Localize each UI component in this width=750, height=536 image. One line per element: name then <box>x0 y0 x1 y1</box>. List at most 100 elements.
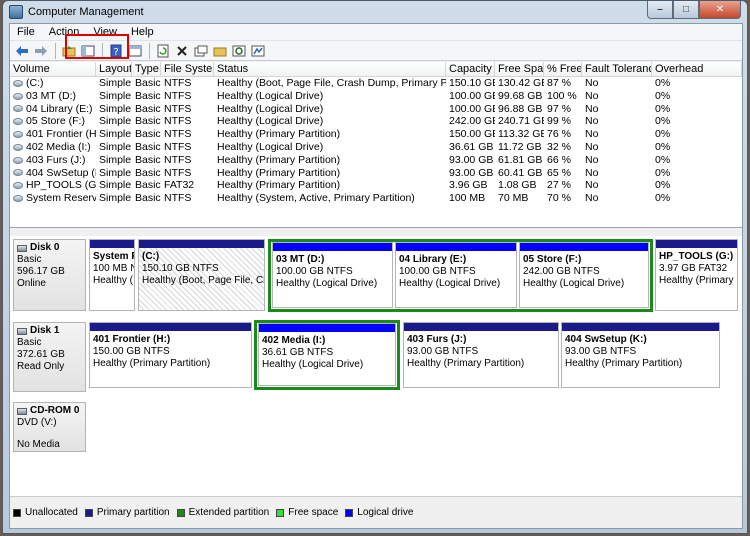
table-cell: Basic <box>135 192 161 205</box>
menu-help[interactable]: Help <box>124 26 161 38</box>
volume-name-cell: 05 Store (F:) <box>10 115 96 128</box>
table-row[interactable]: 04 Library (E:) Simple Basic NTFS Healthy (L… <box>10 103 742 116</box>
table-row[interactable]: 403 Furs (J:) Simple Basic NTFS Healthy (Pri… <box>10 154 742 167</box>
refresh-icon[interactable] <box>154 42 172 60</box>
partition-h[interactable]: 401 Frontier (H:) 150.00 GB NTFS Healthy… <box>89 322 252 388</box>
properties-icon[interactable] <box>192 42 210 60</box>
table-cell: 100.00 GB <box>449 89 495 102</box>
open-folder-icon[interactable] <box>211 42 229 60</box>
computer-management-window: Computer Management – □ ✕ File Action Vi… <box>2 0 748 534</box>
table-cell: Simple <box>99 179 132 192</box>
table-row[interactable]: 402 Media (I:) Simple Basic NTFS Healthy (Lo… <box>10 141 742 154</box>
table-row[interactable]: 401 Frontier (H:) Simple Basic NTFS Healthy … <box>10 128 742 141</box>
table-cell: 61.81 GB <box>498 153 543 166</box>
disk-status: Read Only <box>17 361 65 372</box>
legend-item: Logical drive <box>345 507 413 518</box>
table-cell: 36.61 GB <box>449 140 494 153</box>
table-row[interactable]: 404 SwSetup (K:)SimpleBasicNTFS Healthy (… <box>10 167 742 180</box>
cdrom-0-label[interactable]: CD-ROM 0 DVD (V:) No Media <box>13 402 86 452</box>
search-icon[interactable] <box>230 42 248 60</box>
column-header-percent-free[interactable]: % Free <box>544 62 582 76</box>
partition-size: 36.61 GB NTFS <box>262 347 334 358</box>
table-row[interactable]: HP_TOOLS (G:) Simple Basic FAT32 Healthy (Pr… <box>10 179 742 192</box>
disk-1-label[interactable]: Disk 1 Basic 372.61 GB Read Only <box>13 322 86 392</box>
column-header-status[interactable]: Status <box>214 62 446 76</box>
partition-j[interactable]: 403 Furs (J:) 93.00 GB NTFS Healthy (Pri… <box>403 322 559 388</box>
table-cell: Basic <box>135 179 161 192</box>
partition-size: 3.97 GB FAT32 <box>659 263 728 274</box>
volume-name-cell: 401 Frontier (H:) <box>10 128 96 141</box>
table-cell: 96.88 GB <box>498 102 543 115</box>
table-row[interactable]: (C:) Simple Basic NTFS Healthy (Boot, Page F… <box>10 77 742 90</box>
computer-management-icon <box>9 5 23 19</box>
disk-0-label[interactable]: Disk 0 Basic 596.17 GB Online <box>13 239 86 311</box>
partition-c[interactable]: (C:) 150.10 GB NTFS Healthy (Boot, Page … <box>138 239 265 311</box>
pane-splitter[interactable] <box>10 228 742 236</box>
column-header-volume[interactable]: Volume <box>10 62 96 76</box>
table-cell: Basic <box>135 102 161 115</box>
table-cell: Basic <box>135 77 161 89</box>
close-button[interactable]: ✕ <box>699 1 741 19</box>
menu-file[interactable]: File <box>10 26 42 38</box>
column-header-capacity[interactable]: Capacity <box>446 62 495 76</box>
back-arrow-icon[interactable] <box>13 42 31 60</box>
table-cell: 0% <box>655 115 671 128</box>
table-row[interactable]: 05 Store (F:) Simple Basic NTFS Healthy (Log… <box>10 115 742 128</box>
table-cell: 1.08 GB <box>498 179 537 192</box>
legend: Unallocated Primary partition Extended par… <box>13 507 420 518</box>
partition-size: 100.00 GB NTFS <box>276 266 353 277</box>
partition-name: 04 Library (E:) <box>399 254 467 265</box>
table-cell: NTFS <box>164 89 192 102</box>
explore-icon[interactable] <box>249 42 267 60</box>
legend-swatch <box>276 508 285 517</box>
table-cell: 93.00 GB <box>449 166 494 179</box>
table-row[interactable]: System ReservedSimpleBasicNTFS Healthy (S… <box>10 192 742 205</box>
partition-f[interactable]: 05 Store (F:) 242.00 GB NTFS Healthy (Lo… <box>519 242 649 308</box>
maximize-button[interactable]: □ <box>673 1 699 19</box>
volume-list-header: Volume Layout Type File System Status Ca… <box>10 62 742 77</box>
legend-item: Free space <box>276 507 338 518</box>
column-header-overhead[interactable]: Overhead <box>652 62 742 76</box>
volume-name-cell: System Reserved <box>10 192 96 205</box>
volume-icon <box>13 182 23 190</box>
volume-icon <box>13 156 23 164</box>
column-header-layout[interactable]: Layout <box>96 62 132 76</box>
table-cell: 0% <box>655 153 671 166</box>
table-cell: 130.42 GB <box>498 77 544 89</box>
partition-e[interactable]: 04 Library (E:) 100.00 GB NTFS Healthy (… <box>395 242 517 308</box>
table-row[interactable]: 03 MT (D:) Simple Basic NTFS Healthy (Logica… <box>10 90 742 103</box>
table-cell: Healthy (Logical Drive) <box>217 102 324 115</box>
partition-g[interactable]: HP_TOOLS (G:) 3.97 GB FAT32 Healthy (Pri… <box>655 239 738 311</box>
toolbar-separator <box>149 42 150 59</box>
volume-list: Volume Layout Type File System Status Ca… <box>10 62 742 228</box>
table-cell: Basic <box>135 166 161 179</box>
table-cell: 113.32 GB <box>498 128 544 141</box>
table-cell: 150.00 GB <box>449 128 495 141</box>
column-header-fault-tolerance[interactable]: Fault Tolerance <box>582 62 652 76</box>
partition-status: Healthy ( <box>93 275 134 286</box>
disk-name: CD-ROM 0 <box>30 405 80 416</box>
volume-list-body: (C:) Simple Basic NTFS Healthy (Boot, Page F… <box>10 77 742 205</box>
disk-size: 596.17 GB <box>17 266 65 277</box>
minimize-button[interactable]: – <box>647 1 673 19</box>
column-header-file-system[interactable]: File System <box>161 62 214 76</box>
volume-icon <box>13 92 23 100</box>
volume-icon <box>13 79 23 87</box>
partition-status: Healthy (Logical Drive) <box>276 278 378 289</box>
table-cell: Basic <box>135 89 161 102</box>
partition-k[interactable]: 404 SwSetup (K:) 93.00 GB NTFS Healthy (… <box>561 322 720 388</box>
partition-i[interactable]: 402 Media (I:) 36.61 GB NTFS Healthy (Lo… <box>258 323 396 386</box>
forward-arrow-icon[interactable] <box>32 42 50 60</box>
column-header-free-space[interactable]: Free Space <box>495 62 544 76</box>
table-cell: Basic <box>135 128 161 141</box>
partition-system-reserved[interactable]: System R 100 MB N Healthy ( <box>89 239 135 311</box>
table-cell: 70 % <box>547 192 571 205</box>
table-cell: 0% <box>655 140 671 153</box>
column-header-type[interactable]: Type <box>132 62 161 76</box>
table-cell: 0% <box>655 166 671 179</box>
table-cell: No <box>585 128 599 141</box>
delete-icon[interactable] <box>173 42 191 60</box>
partition-size: 100 MB N <box>93 263 134 274</box>
title-bar[interactable]: Computer Management – □ ✕ <box>3 1 747 23</box>
partition-d[interactable]: 03 MT (D:) 100.00 GB NTFS Healthy (Logic… <box>272 242 393 308</box>
